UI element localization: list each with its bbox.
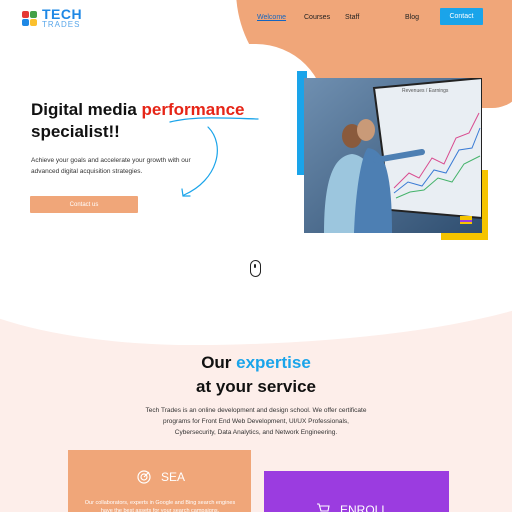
expertise-title-part2: at your service: [195, 377, 316, 396]
card-enroll-title: ENROLL: [340, 503, 389, 512]
hero-title-part2: specialist!!: [31, 122, 120, 141]
nav-blog[interactable]: Blog: [405, 14, 419, 21]
card-sea-description: Our collaborators, experts in Google and…: [84, 500, 236, 512]
hero-title-part1: Digital media: [31, 100, 142, 119]
expertise-description: Tech Trades is an online development and…: [145, 407, 367, 436]
scroll-mouse-icon[interactable]: [250, 260, 261, 277]
expertise-title-part1: Our: [201, 353, 237, 372]
page: TECH TRADES Welcome Courses Staff Blog C…: [0, 0, 512, 512]
contact-us-button[interactable]: Contact us: [30, 196, 138, 213]
target-icon: [137, 470, 151, 484]
cart-icon: [317, 503, 330, 512]
card-enroll[interactable]: ENROLL: [264, 471, 449, 512]
hero-photo: Revenues / Earnings: [304, 78, 482, 233]
expertise-title-accent: expertise: [236, 353, 311, 372]
contact-button[interactable]: Contact: [440, 8, 483, 25]
hero-subtitle: Achieve your goals and accelerate your g…: [31, 157, 191, 175]
nav-welcome[interactable]: Welcome: [257, 14, 286, 21]
expertise-title: Our expertise at your service: [0, 351, 512, 399]
main-nav: Welcome Courses Staff Blog: [0, 14, 512, 26]
card-sea-title: SEA: [161, 470, 186, 484]
screen-text: Revenues / Earnings: [402, 88, 449, 94]
card-sea[interactable]: SEA Our collaborators, experts in Google…: [68, 450, 251, 512]
nav-courses[interactable]: Courses: [304, 14, 330, 21]
nav-staff[interactable]: Staff: [345, 14, 359, 21]
